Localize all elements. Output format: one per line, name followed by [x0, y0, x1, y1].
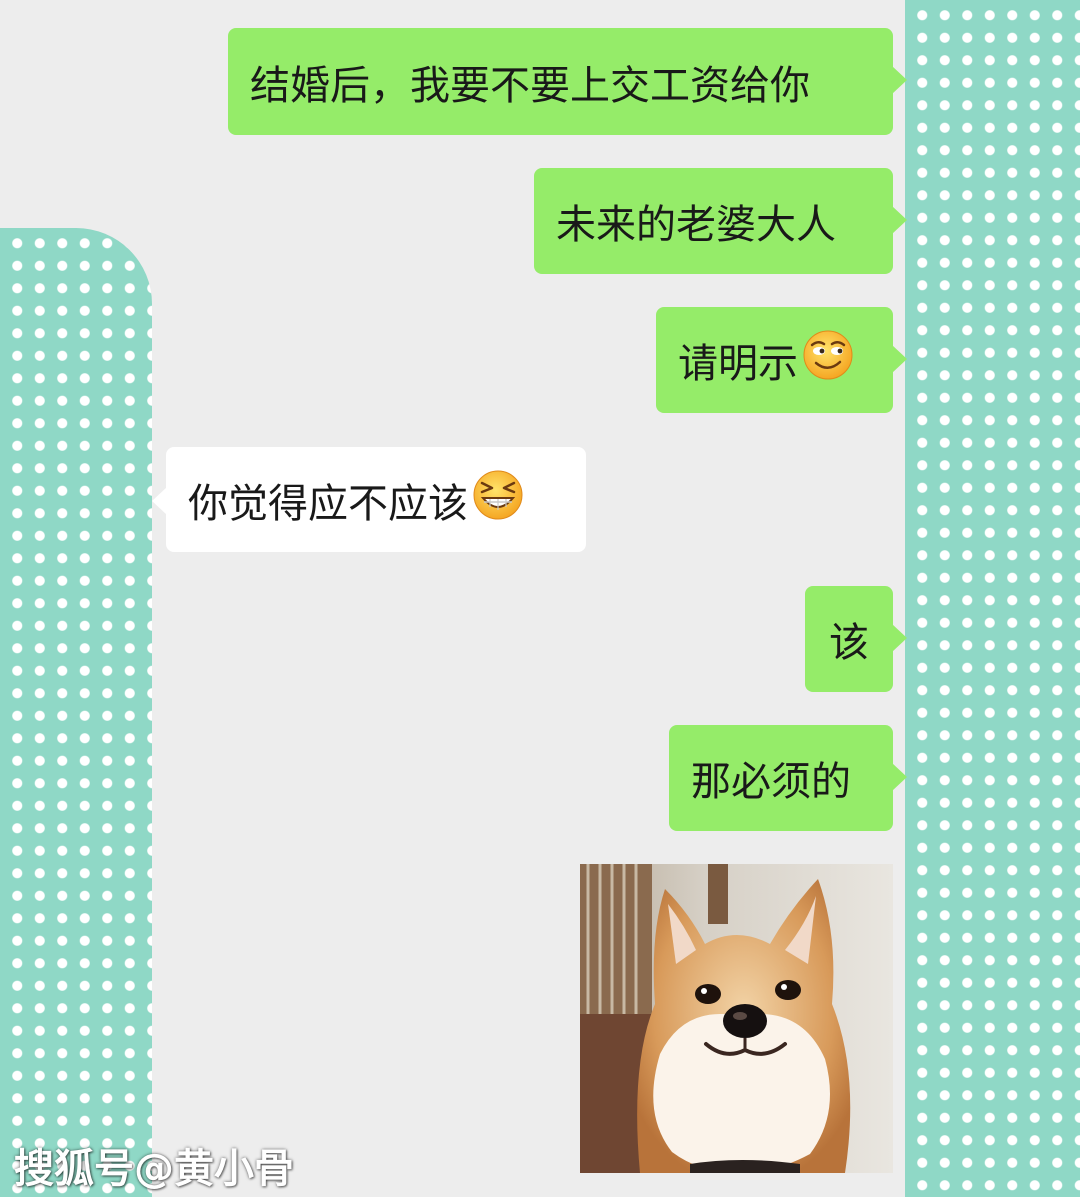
message-text: 那必须的	[691, 759, 851, 805]
message-text: 你觉得应不应该	[188, 480, 468, 527]
polka-dot-border-left	[0, 228, 152, 1197]
message-text: 请明示	[678, 341, 798, 387]
smirk-emoji-icon	[802, 329, 854, 391]
message-bubble-received[interactable]: 你觉得应不应该	[152, 447, 586, 552]
message-bubble-sent[interactable]: 请明示	[656, 307, 907, 413]
message-text: 结婚后，我要不要上交工资给你	[250, 62, 810, 109]
message-bubble-sent[interactable]: 结婚后，我要不要上交工资给你	[228, 28, 907, 135]
message-bubble-sent[interactable]: 未来的老婆大人	[534, 168, 907, 274]
message-bubble-sent[interactable]: 该	[805, 586, 907, 692]
shiba-inu-sticker-image[interactable]	[580, 864, 893, 1173]
watermark: 搜狐号@黄小骨	[14, 1146, 294, 1192]
message-bubble-sent[interactable]: 那必须的	[669, 725, 907, 831]
grin-squint-emoji-icon	[472, 469, 524, 531]
polka-dot-border-right	[905, 0, 1080, 1197]
message-text: 该	[829, 620, 869, 666]
message-text: 未来的老婆大人	[556, 202, 836, 248]
